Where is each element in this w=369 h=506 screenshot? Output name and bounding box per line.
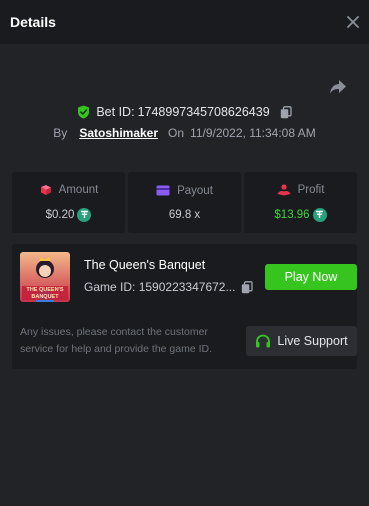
copy-bet-id-button[interactable]	[280, 105, 292, 119]
headset-icon	[256, 334, 271, 347]
support-help-text: Any issues, please contact the customer …	[20, 326, 213, 355]
profit-icon	[277, 183, 291, 195]
payout-value: 69.8 x	[168, 208, 201, 221]
game-id-text: Game ID: 1590223347672...	[84, 280, 235, 294]
share-button[interactable]	[329, 79, 349, 97]
live-support-label: Live Support	[277, 334, 348, 348]
bet-meta-row: By Satoshimaker On 11/9/2022, 11:34:08 A…	[0, 124, 369, 142]
usdt-coin-icon	[312, 207, 327, 222]
game-card: THE QUEEN'S BANQUET The Queen's Banquet …	[12, 244, 357, 369]
game-thumbnail[interactable]: THE QUEEN'S BANQUET	[20, 252, 70, 302]
bet-id-row: Bet ID: 1748997345708626439	[0, 102, 369, 122]
copy-icon	[242, 280, 254, 293]
bet-datetime: 11/9/2022, 11:34:08 AM	[190, 126, 316, 140]
bet-id-label: Bet ID:	[96, 105, 135, 119]
share-icon	[330, 80, 346, 94]
play-now-button[interactable]: Play Now	[265, 264, 357, 290]
profit-label: Profit	[297, 183, 325, 196]
thumbnail-title: THE QUEEN'S BANQUET	[26, 287, 64, 300]
game-title[interactable]: The Queen's Banquet	[84, 258, 205, 272]
on-label: On	[168, 126, 185, 140]
by-label: By	[53, 126, 68, 140]
copy-game-id-button[interactable]	[241, 280, 254, 294]
username-link[interactable]: Satoshimaker	[79, 126, 158, 140]
amount-value: $0.20	[45, 208, 75, 221]
profit-value: $13.96	[274, 208, 310, 221]
modal-title: Details	[10, 14, 56, 30]
verified-shield-icon	[78, 105, 90, 119]
close-button[interactable]	[345, 14, 361, 30]
usdt-coin-icon	[77, 207, 92, 222]
header: Details	[0, 0, 369, 44]
game-id-value: 1590223347672...	[138, 280, 236, 294]
bet-id-value: 1748997345708626439	[137, 105, 270, 119]
card-icon	[156, 185, 170, 196]
stat-payout: Payout 69.8 x	[128, 172, 241, 233]
game-id-row: Game ID: 1590223347672...	[84, 280, 254, 294]
stat-profit: Profit $13.96	[244, 172, 357, 233]
close-icon	[347, 16, 359, 28]
copy-icon	[280, 105, 292, 118]
amount-label: Amount	[58, 183, 99, 196]
game-id-label: Game ID:	[84, 280, 136, 294]
stat-amount: Amount $0.20	[12, 172, 125, 233]
dice-icon	[40, 184, 51, 195]
payout-label: Payout	[177, 184, 213, 197]
bet-stats: Amount $0.20 Payout 69.8 x Profit $13.96	[12, 172, 357, 233]
live-support-button[interactable]: Live Support	[246, 326, 357, 356]
